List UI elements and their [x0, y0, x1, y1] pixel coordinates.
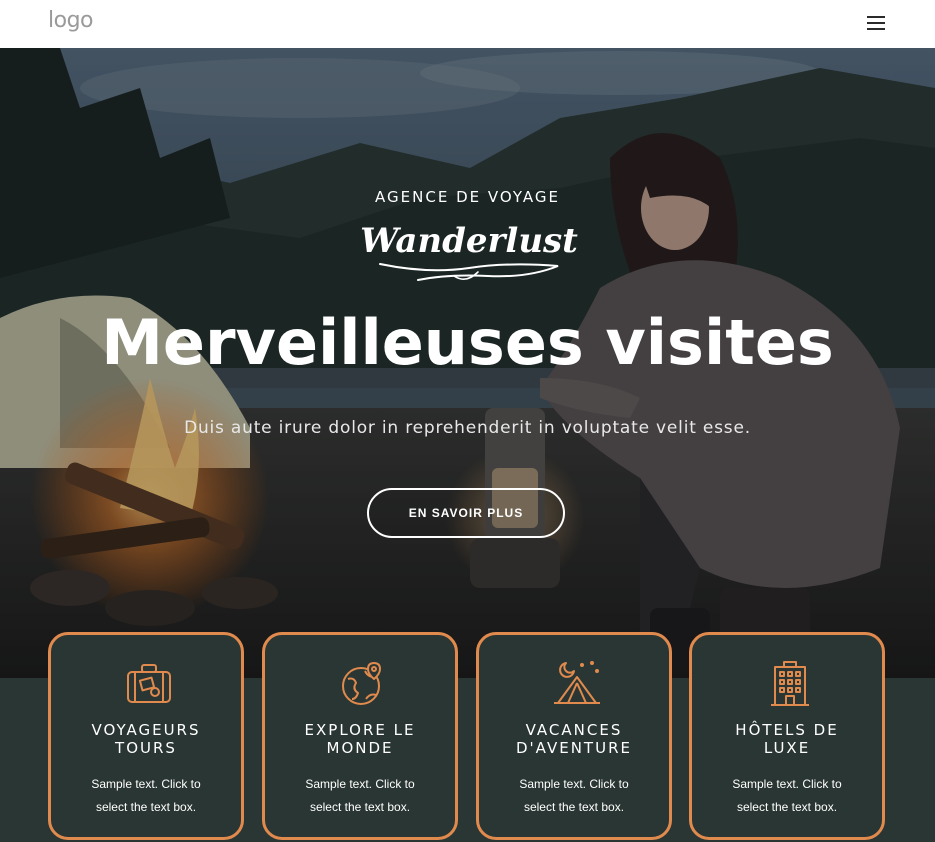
- card-description: Sample text. Click to select the text bo…: [519, 777, 629, 814]
- hero-headline: Merveilleuses visites: [101, 306, 834, 379]
- card-description: Sample text. Click to select the text bo…: [91, 777, 201, 814]
- card-description: Sample text. Click to select the text bo…: [732, 777, 842, 814]
- learn-more-button[interactable]: EN SAVOIR PLUS: [367, 488, 565, 538]
- hotel-building-icon: [771, 661, 809, 706]
- hero-section: AGENCE DE VOYAGE Wanderlust Merveilleuse…: [0, 48, 935, 678]
- brand-script-text: Wanderlust: [360, 221, 578, 261]
- card-title: VOYAGEURS TOURS: [91, 721, 201, 757]
- card-title: VACANCES D'AVENTURE: [516, 721, 632, 757]
- suitcase-icon: [127, 664, 171, 703]
- card-title: EXPLORE LE MONDE: [304, 721, 416, 757]
- wanderlust-script-logo: Wanderlust: [360, 221, 578, 281]
- logo[interactable]: logo: [48, 8, 94, 33]
- globe-pin-icon: [342, 662, 381, 705]
- feature-card-voyageurs-tours[interactable]: VOYAGEURS TOURS Sample text. Click to se…: [48, 632, 244, 840]
- feature-card-vacances-aventure[interactable]: VACANCES D'AVENTURE Sample text. Click t…: [476, 632, 672, 840]
- card-title: HÔTELS DE LUXE: [735, 721, 839, 757]
- card-description: Sample text. Click to select the text bo…: [305, 777, 415, 814]
- feature-card-explore-le-monde[interactable]: EXPLORE LE MONDE Sample text. Click to s…: [262, 632, 458, 840]
- tent-moon-icon: [554, 661, 600, 704]
- hero-subtitle: Duis aute irure dolor in reprehenderit i…: [184, 418, 751, 438]
- hamburger-menu-icon[interactable]: [864, 12, 888, 34]
- site-header: logo: [0, 0, 935, 48]
- feature-card-hotels-de-luxe[interactable]: HÔTELS DE LUXE Sample text. Click to sel…: [689, 632, 885, 840]
- hero-eyebrow: AGENCE DE VOYAGE: [375, 188, 560, 206]
